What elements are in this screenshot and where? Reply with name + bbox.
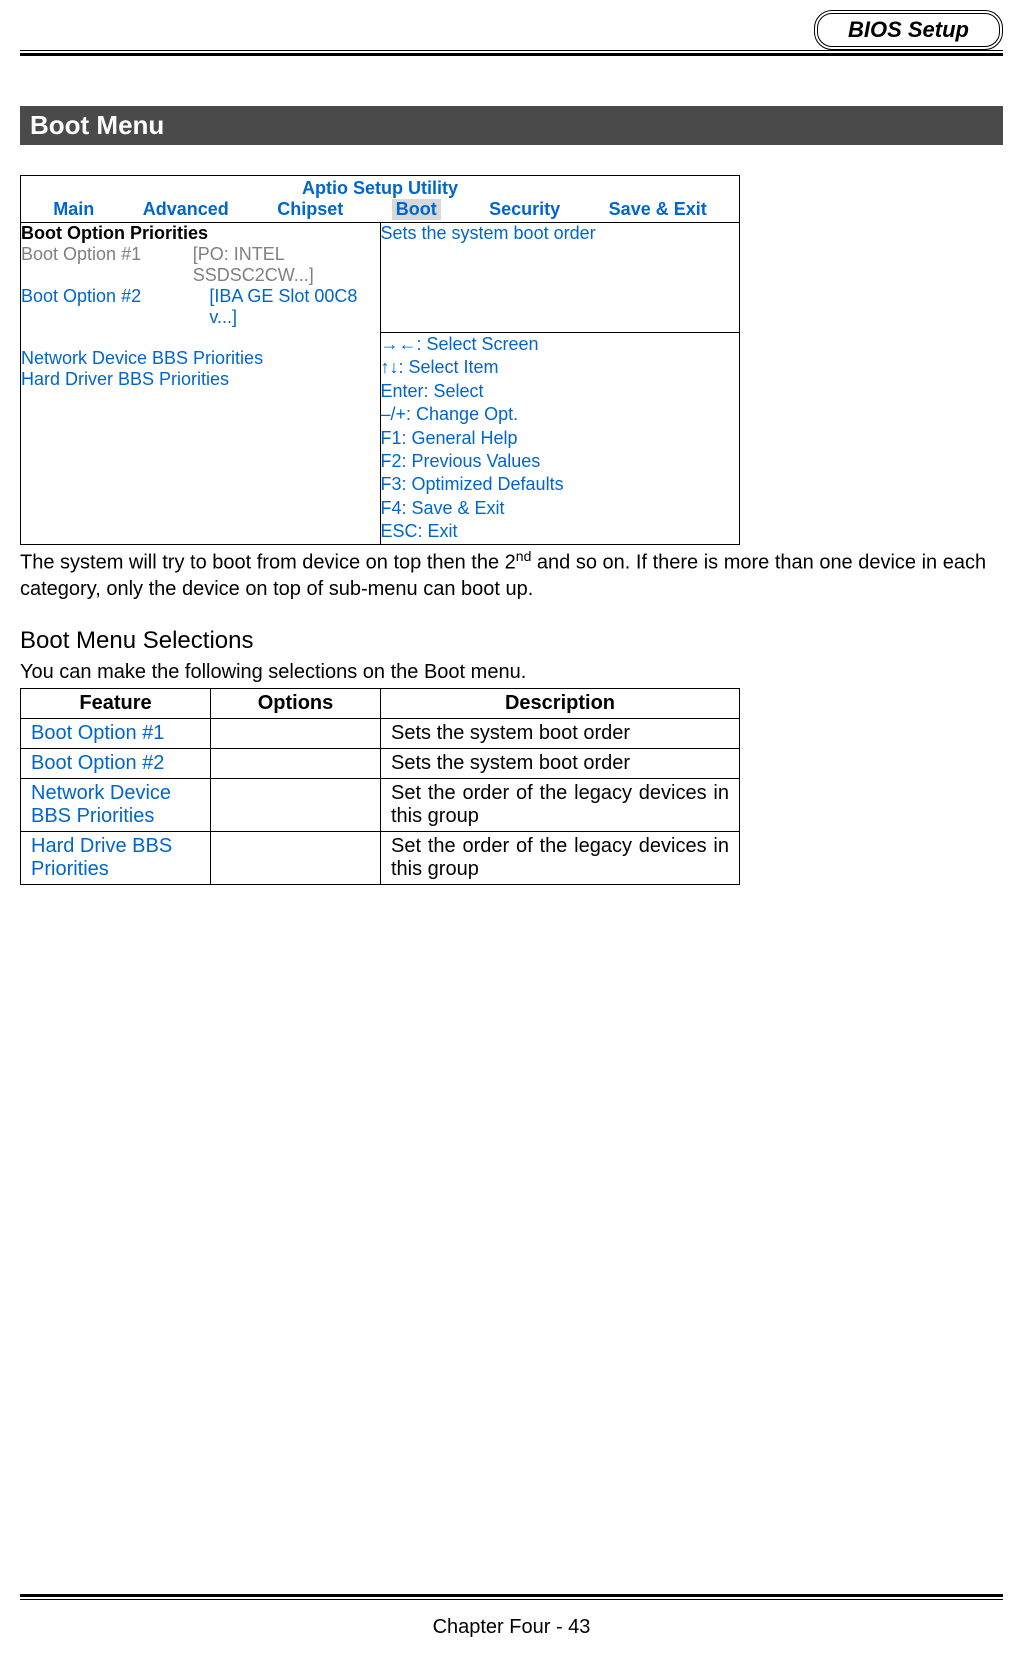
footer-rule-thick xyxy=(20,1594,1003,1597)
table-row: Network Device BBS Priorities Set the or… xyxy=(21,779,740,832)
header-feature: Feature xyxy=(21,689,211,719)
boot-option-2-value: [IBA GE Slot 00C8 v...] xyxy=(209,286,379,328)
cell-options xyxy=(211,719,381,749)
selections-header-row: Feature Options Description xyxy=(21,689,740,719)
header-options: Options xyxy=(211,689,381,719)
boot-note-sup: nd xyxy=(516,548,532,564)
bios-main-panel: Boot Option Priorities Boot Option #1 [P… xyxy=(21,223,381,545)
network-bbs-priorities[interactable]: Network Device BBS Priorities xyxy=(21,348,380,369)
header-rule-thin xyxy=(20,50,1003,51)
boot-option-2-label: Boot Option #2 xyxy=(21,286,209,328)
help-f1: F1: General Help xyxy=(381,427,740,450)
boot-note-pre: The system will try to boot from device … xyxy=(20,551,516,573)
help-esc: ESC: Exit xyxy=(381,520,740,543)
help-select-item: ↑↓: Select Item xyxy=(381,356,740,379)
boot-menu-selections-intro: You can make the following selections on… xyxy=(20,661,1003,684)
help-change-opt: –/+: Change Opt. xyxy=(381,403,740,426)
tab-boot[interactable]: Boot xyxy=(392,199,441,220)
footer-text: Chapter Four - 43 xyxy=(20,1616,1003,1639)
help-enter: Enter: Select xyxy=(381,380,740,403)
tab-advanced[interactable]: Advanced xyxy=(143,199,229,220)
cell-feature: Boot Option #1 xyxy=(21,719,211,749)
cell-feature: Network Device BBS Priorities xyxy=(21,779,211,832)
selections-table: Feature Options Description Boot Option … xyxy=(20,688,740,885)
cell-options xyxy=(211,832,381,885)
bios-help-panel: →←: Select Screen ↑↓: Select Item Enter:… xyxy=(380,333,740,545)
cell-feature: Boot Option #2 xyxy=(21,749,211,779)
help-f2: F2: Previous Values xyxy=(381,450,740,473)
footer-rule-thin xyxy=(20,1599,1003,1600)
cell-feature: Hard Drive BBS Priorities xyxy=(21,832,211,885)
section-title-bar: Boot Menu xyxy=(20,106,1003,145)
tab-main[interactable]: Main xyxy=(53,199,94,220)
tab-save-exit[interactable]: Save & Exit xyxy=(609,199,707,220)
boot-option-1-label: Boot Option #1 xyxy=(21,244,193,286)
spacer xyxy=(21,328,380,348)
boot-option-1-value: [PO: INTEL SSDSC2CW...] xyxy=(193,244,380,286)
cell-description: Set the order of the legacy devices in t… xyxy=(381,779,740,832)
tab-security[interactable]: Security xyxy=(489,199,560,220)
header-description: Description xyxy=(381,689,740,719)
bios-item-description: Sets the system boot order xyxy=(380,223,740,333)
boot-menu-selections-heading: Boot Menu Selections xyxy=(20,627,1003,655)
boot-option-1-row[interactable]: Boot Option #1 [PO: INTEL SSDSC2CW...] xyxy=(21,244,380,286)
bios-tab-row: Main Advanced Chipset Boot Security Save… xyxy=(21,199,739,222)
cell-options xyxy=(211,779,381,832)
hard-driver-bbs-priorities[interactable]: Hard Driver BBS Priorities xyxy=(21,369,380,390)
boot-option-2-row[interactable]: Boot Option #2 [IBA GE Slot 00C8 v...] xyxy=(21,286,380,328)
header-rule-thick xyxy=(20,53,1003,56)
table-row: Boot Option #1 Sets the system boot orde… xyxy=(21,719,740,749)
cell-description: Set the order of the legacy devices in t… xyxy=(381,832,740,885)
help-f3: F3: Optimized Defaults xyxy=(381,473,740,496)
bios-setup-table: Aptio Setup Utility Main Advanced Chipse… xyxy=(20,175,740,545)
header-badge: BIOS Setup xyxy=(814,10,1003,50)
boot-note-paragraph: The system will try to boot from device … xyxy=(20,547,1003,604)
cell-description: Sets the system boot order xyxy=(381,719,740,749)
table-row: Hard Drive BBS Priorities Set the order … xyxy=(21,832,740,885)
page-header: BIOS Setup xyxy=(20,0,1003,56)
table-row: Boot Option #2 Sets the system boot orde… xyxy=(21,749,740,779)
help-f4: F4: Save & Exit xyxy=(381,497,740,520)
boot-priorities-heading: Boot Option Priorities xyxy=(21,223,380,244)
help-select-screen: →←: Select Screen xyxy=(381,333,740,356)
cell-description: Sets the system boot order xyxy=(381,749,740,779)
aptio-title: Aptio Setup Utility xyxy=(21,176,739,199)
cell-options xyxy=(211,749,381,779)
page-footer: Chapter Four - 43 xyxy=(20,1594,1003,1639)
tab-chipset[interactable]: Chipset xyxy=(277,199,343,220)
